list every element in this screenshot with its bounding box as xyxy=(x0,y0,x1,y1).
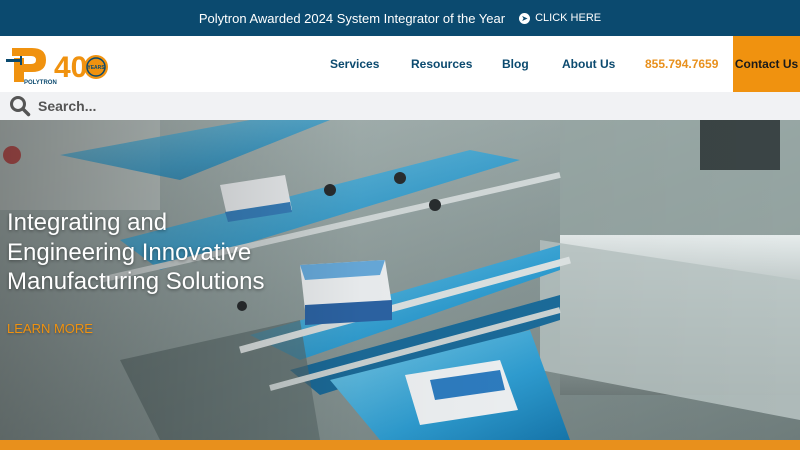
nav-services[interactable]: Services xyxy=(330,36,379,92)
nav-about-us[interactable]: About Us xyxy=(562,36,615,92)
announcement-cta-label: CLICK HERE xyxy=(535,12,602,24)
hero-title-line: Integrating and xyxy=(7,209,168,236)
arrow-circle-right-icon: ➤ xyxy=(519,12,531,24)
polytron-logo[interactable]: 40 YEARS POLYTRON xyxy=(6,44,116,86)
logo-wordmark: POLYTRON xyxy=(24,80,57,86)
bottom-highlight-strip xyxy=(0,440,800,450)
hero-title-line: Manufacturing Solutions xyxy=(7,268,265,295)
phone-link[interactable]: 855.794.7659 xyxy=(645,36,718,92)
contact-us-button[interactable]: Contact Us xyxy=(733,36,800,92)
polytron-logo-mark: 40 YEARS POLYTRON xyxy=(6,48,108,86)
hero-banner: Integrating and Engineering Innovative M… xyxy=(0,120,800,440)
announcement-bar: Polytron Awarded 2024 System Integrator … xyxy=(0,0,800,36)
logo-seal-text: YEARS xyxy=(87,65,105,71)
announcement-click-here-link[interactable]: ➤ CLICK HERE xyxy=(519,12,601,24)
nav-resources[interactable]: Resources xyxy=(411,36,472,92)
nav-blog[interactable]: Blog xyxy=(502,36,529,92)
search-icon[interactable] xyxy=(9,95,31,117)
site-header: 40 YEARS POLYTRON Services Resources Blo… xyxy=(0,36,800,92)
logo-anniversary-number: 40 xyxy=(54,51,87,84)
hero-title: Integrating and Engineering Innovative M… xyxy=(7,208,337,297)
learn-more-link[interactable]: LEARN MORE xyxy=(7,321,93,336)
search-bar xyxy=(0,92,800,120)
search-input[interactable] xyxy=(38,98,738,114)
announcement-message: Polytron Awarded 2024 System Integrator … xyxy=(198,10,506,26)
hero-title-line: Engineering Innovative xyxy=(7,238,252,266)
